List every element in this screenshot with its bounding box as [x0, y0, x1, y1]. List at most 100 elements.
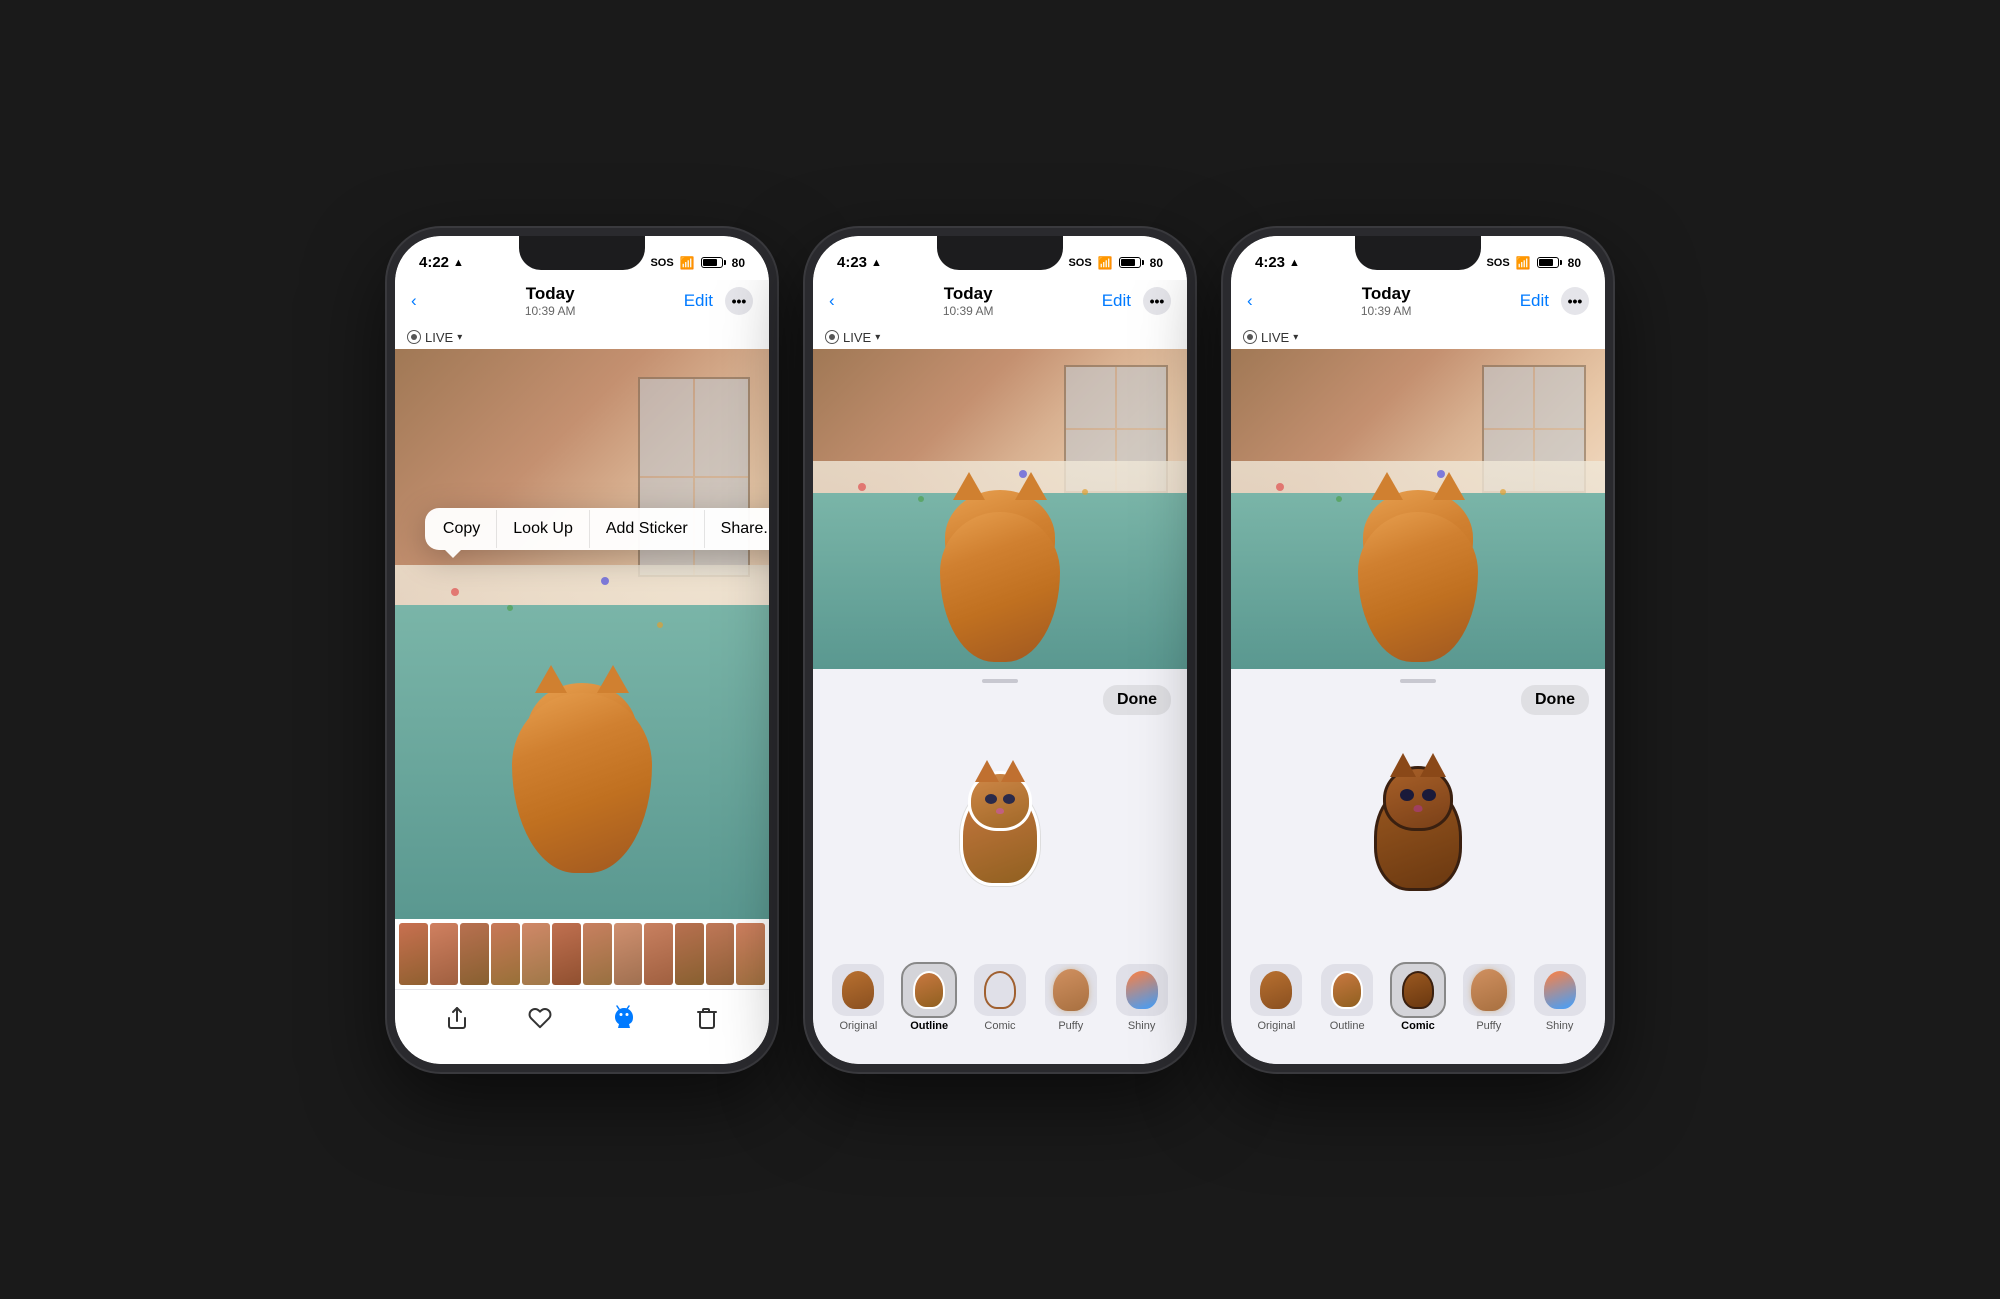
- style-label-comic-2: Comic: [984, 1020, 1015, 1032]
- done-button-2[interactable]: Done: [1103, 685, 1171, 715]
- phone-3: 4:23 ▲ SOS 📶 80 ‹: [1223, 228, 1613, 1072]
- delete-button-1[interactable]: [689, 1000, 725, 1036]
- more-button-2[interactable]: •••: [1143, 287, 1171, 315]
- live-label-2: LIVE: [843, 330, 871, 345]
- thumb-1[interactable]: [399, 923, 428, 985]
- time-label-2: 4:23: [837, 254, 867, 271]
- live-badge-2[interactable]: LIVE ▾: [813, 326, 1187, 349]
- thumb-4[interactable]: [491, 923, 520, 985]
- style-thumb-comic-2[interactable]: [974, 964, 1026, 1016]
- sticker-panel-2: Done: [813, 669, 1187, 1064]
- style-thumb-puffy-3[interactable]: [1463, 964, 1515, 1016]
- thumb-12[interactable]: [736, 923, 765, 985]
- style-label-outline-2: Outline: [910, 1020, 948, 1032]
- cat-button-1[interactable]: [606, 1000, 642, 1036]
- photo-top-3[interactable]: [1231, 349, 1605, 669]
- sticker-preview-3: [1231, 697, 1605, 956]
- status-time-1: 4:22 ▲: [419, 254, 464, 271]
- sticker-cat-3: [1363, 761, 1473, 891]
- style-label-outline-3: Outline: [1330, 1020, 1365, 1032]
- style-outline-3[interactable]: Outline: [1321, 964, 1373, 1032]
- share-button-1[interactable]: [439, 1000, 475, 1036]
- style-thumb-shiny-2[interactable]: [1116, 964, 1168, 1016]
- context-menu-arrow-1: [445, 550, 461, 558]
- context-menu-1: Copy Look Up Add Sticker Share...: [425, 508, 769, 550]
- style-puffy-2[interactable]: Puffy: [1045, 964, 1097, 1032]
- style-thumb-original-3[interactable]: [1250, 964, 1302, 1016]
- edit-button-1[interactable]: Edit: [684, 291, 713, 311]
- back-button-3[interactable]: ‹: [1247, 291, 1253, 311]
- style-label-original-2: Original: [839, 1020, 877, 1032]
- status-time-2: 4:23 ▲: [837, 254, 882, 271]
- time-label-1: 4:22: [419, 254, 449, 271]
- context-copy-1[interactable]: Copy: [427, 510, 497, 548]
- cat-photo-2: [813, 349, 1187, 669]
- photo-top-2[interactable]: [813, 349, 1187, 669]
- thumb-2[interactable]: [430, 923, 459, 985]
- nav-title-text-1: Today: [525, 284, 576, 304]
- sticker-styles-2: Original Outline Comic: [813, 956, 1187, 1036]
- battery-2: [1119, 257, 1144, 268]
- sticker-cat-2: [950, 766, 1050, 886]
- style-thumb-comic-3[interactable]: [1392, 964, 1444, 1016]
- edit-button-3[interactable]: Edit: [1520, 291, 1549, 311]
- style-thumb-original-2[interactable]: [832, 964, 884, 1016]
- nav-bar-1: ‹ Today 10:39 AM Edit •••: [395, 280, 769, 326]
- style-thumb-outline-3[interactable]: [1321, 964, 1373, 1016]
- thumb-5[interactable]: [522, 923, 551, 985]
- live-chevron-2: ▾: [875, 332, 880, 343]
- live-label-1: LIVE: [425, 330, 453, 345]
- back-button-1[interactable]: ‹: [411, 291, 417, 311]
- style-outline-2[interactable]: Outline: [903, 964, 955, 1032]
- more-button-3[interactable]: •••: [1561, 287, 1589, 315]
- style-comic-3[interactable]: Comic: [1392, 964, 1444, 1032]
- edit-button-2[interactable]: Edit: [1102, 291, 1131, 311]
- thumb-10[interactable]: [675, 923, 704, 985]
- nav-actions-1: Edit •••: [684, 287, 753, 315]
- favorite-button-1[interactable]: [522, 1000, 558, 1036]
- style-original-3[interactable]: Original: [1250, 964, 1302, 1032]
- done-button-3[interactable]: Done: [1521, 685, 1589, 715]
- context-share-1[interactable]: Share...: [705, 510, 769, 548]
- battery-label-2: 80: [1150, 256, 1163, 270]
- live-badge-3[interactable]: LIVE ▾: [1231, 326, 1605, 349]
- more-button-1[interactable]: •••: [725, 287, 753, 315]
- style-thumb-puffy-2[interactable]: [1045, 964, 1097, 1016]
- live-badge-1[interactable]: LIVE ▾: [395, 326, 769, 349]
- photo-area-1[interactable]: Copy Look Up Add Sticker Share...: [395, 349, 769, 919]
- cat-photo-1: [395, 349, 769, 919]
- context-lookup-1[interactable]: Look Up: [497, 510, 590, 548]
- style-comic-2[interactable]: Comic: [974, 964, 1026, 1032]
- live-chevron-icon-1: ▾: [457, 332, 462, 343]
- style-original-2[interactable]: Original: [832, 964, 884, 1032]
- phone-1: 4:22 ▲ SOS 📶 80 ‹: [387, 228, 777, 1072]
- location-icon-1: ▲: [453, 257, 464, 269]
- style-thumb-shiny-3[interactable]: [1534, 964, 1586, 1016]
- notch-2: [937, 236, 1063, 270]
- wifi-icon-2: 📶: [1098, 256, 1113, 270]
- live-dot-icon-2: [825, 330, 839, 344]
- thumb-7[interactable]: [583, 923, 612, 985]
- thumb-8[interactable]: [614, 923, 643, 985]
- thumb-6[interactable]: [552, 923, 581, 985]
- style-shiny-3[interactable]: Shiny: [1534, 964, 1586, 1032]
- style-label-shiny-2: Shiny: [1128, 1020, 1156, 1032]
- bottom-toolbar-1: [395, 989, 769, 1064]
- style-thumb-outline-2[interactable]: [903, 964, 955, 1016]
- back-chevron-icon-2: ‹: [829, 291, 835, 311]
- sos-label-3: SOS: [1486, 257, 1509, 269]
- phone-2: 4:23 ▲ SOS 📶 80 ‹: [805, 228, 1195, 1072]
- style-shiny-2[interactable]: Shiny: [1116, 964, 1168, 1032]
- thumb-3[interactable]: [460, 923, 489, 985]
- thumb-9[interactable]: [644, 923, 673, 985]
- style-label-original-3: Original: [1257, 1020, 1295, 1032]
- context-add-sticker-1[interactable]: Add Sticker: [590, 510, 705, 548]
- battery-label-3: 80: [1568, 256, 1581, 270]
- thumb-11[interactable]: [706, 923, 735, 985]
- screen-2: 4:23 ▲ SOS 📶 80 ‹: [813, 236, 1187, 1064]
- live-dot-icon-3: [1243, 330, 1257, 344]
- style-puffy-3[interactable]: Puffy: [1463, 964, 1515, 1032]
- wifi-icon-1: 📶: [680, 256, 695, 270]
- nav-title-text-2: Today: [943, 284, 994, 304]
- back-button-2[interactable]: ‹: [829, 291, 835, 311]
